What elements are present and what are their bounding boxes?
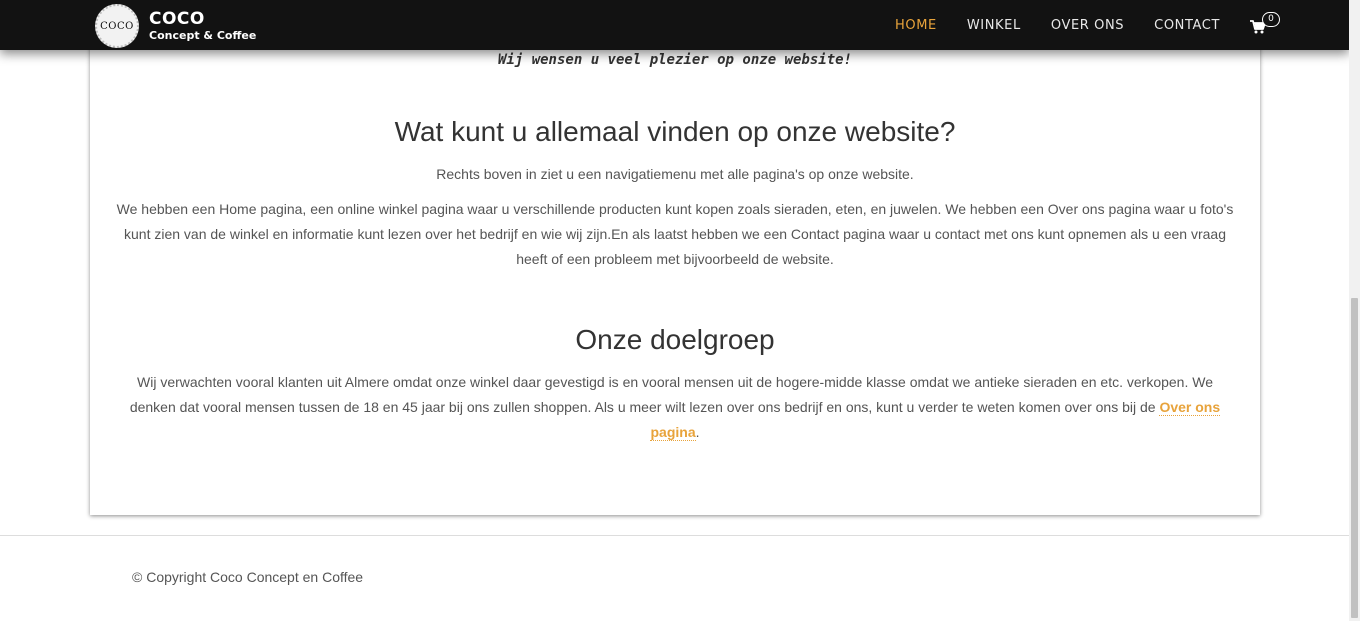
- cart-count-badge: 0: [1262, 12, 1280, 27]
- audience-text-end: .: [695, 424, 700, 440]
- brand-home-link[interactable]: COCO COCO Concept & Coffee: [95, 4, 256, 48]
- section-title-website: Wat kunt u allemaal vinden op onze websi…: [394, 116, 956, 147]
- cart-button[interactable]: 0: [1250, 10, 1280, 40]
- audience-text: Wij verwachten vooral klanten uit Almere…: [129, 374, 1213, 415]
- brand-logo-text: COCO: [100, 20, 134, 32]
- nav-item-over-ons[interactable]: OVER ONS: [1036, 18, 1139, 33]
- brand-title: COCO: [149, 8, 205, 29]
- brand-logo: COCO: [95, 4, 139, 48]
- nav-item-winkel[interactable]: WINKEL: [952, 18, 1036, 33]
- section-title-audience: Onze doelgroep: [575, 324, 775, 355]
- brand-text: COCO Concept & Coffee: [149, 8, 257, 43]
- welcome-message: Wij wensen u veel plezier op onze websit…: [497, 52, 852, 68]
- page: Wij wensen u veel plezier op onze websit…: [0, 0, 1360, 621]
- nav-item-contact[interactable]: CONTACT: [1139, 18, 1235, 33]
- page-scrollbar[interactable]: [1349, 0, 1360, 621]
- nav-item-home[interactable]: HOME: [880, 18, 952, 33]
- audience-paragraph: Wij verwachten vooral klanten uit Almere…: [115, 370, 1235, 445]
- nav-menu: HOME WINKEL OVER ONS CONTACT 0: [880, 0, 1280, 50]
- footer-copyright: © Copyright Coco Concept en Coffee: [132, 569, 364, 585]
- content-card: Wij wensen u veel plezier op onze websit…: [90, 0, 1260, 515]
- scrollbar-thumb[interactable]: [1351, 298, 1358, 618]
- brand-subtitle: Concept & Coffee: [149, 28, 257, 42]
- intro-paragraph: Rechts boven in ziet u een navigatiemenu…: [436, 166, 914, 182]
- footer-divider: [0, 535, 1349, 536]
- pages-paragraph: We hebben een Home pagina, een online wi…: [116, 201, 1234, 267]
- top-navbar: COCO COCO Concept & Coffee HOME WINKEL O…: [0, 0, 1349, 50]
